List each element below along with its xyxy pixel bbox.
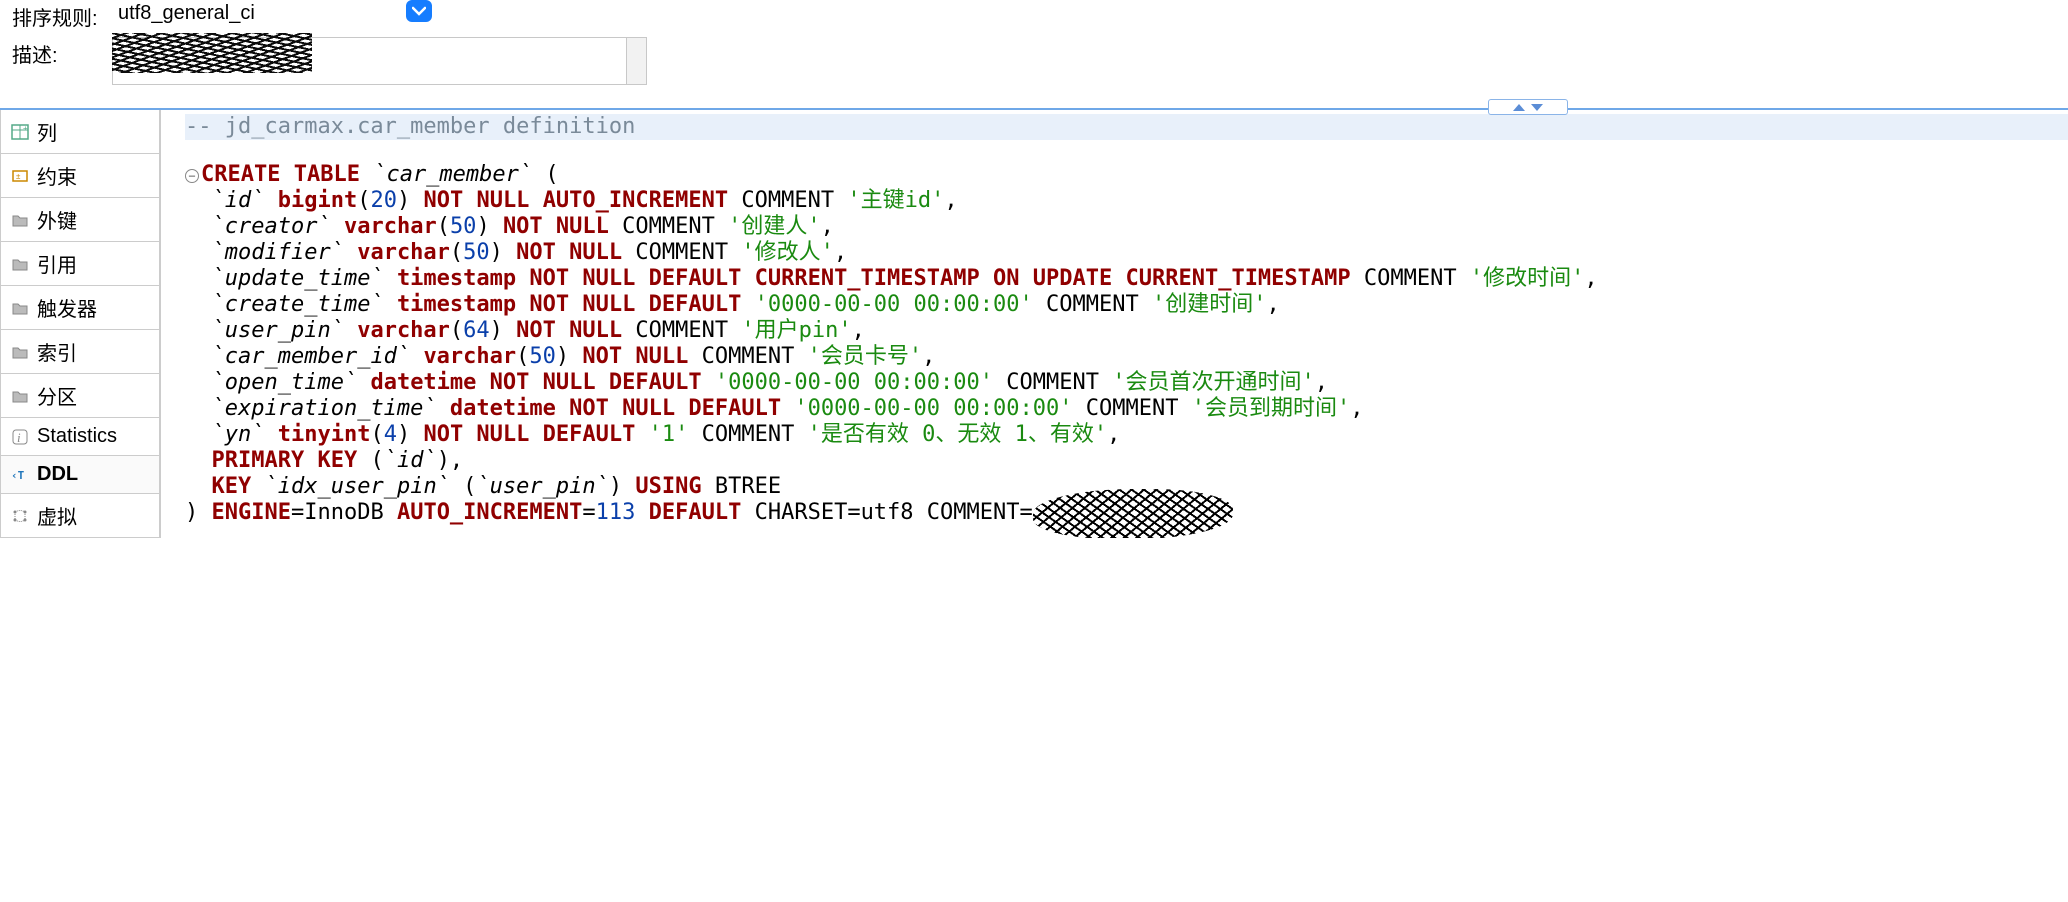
- sidebar-item-列[interactable]: +列: [0, 109, 160, 154]
- sidebar: +列±约束外键引用触发器索引分区iStatistics‹TDDL虚拟: [0, 110, 160, 538]
- folder-icon: [11, 343, 29, 361]
- svg-text:+: +: [23, 124, 28, 133]
- sidebar-item-约束[interactable]: ± 约束: [0, 153, 160, 198]
- sidebar-item-外键[interactable]: 外键: [0, 197, 160, 242]
- ddl-icon: ‹T: [11, 466, 29, 484]
- constraint-icon: ±: [11, 167, 29, 185]
- folder-icon: [11, 299, 29, 317]
- sidebar-item-虚拟[interactable]: 虚拟: [0, 493, 160, 538]
- sidebar-item-触发器[interactable]: 触发器: [0, 285, 160, 330]
- fold-icon[interactable]: −: [185, 169, 199, 183]
- folder-icon: [11, 211, 29, 229]
- svg-text:±: ±: [16, 172, 21, 181]
- collapse-toggle-icon[interactable]: [1488, 99, 1568, 115]
- collation-label: 排序规则:: [12, 0, 112, 31]
- sidebar-item-分区[interactable]: 分区: [0, 373, 160, 418]
- panel-divider[interactable]: [0, 108, 2068, 110]
- table-properties-form: 排序规则: 描述:: [0, 0, 2068, 104]
- ddl-editor[interactable]: -- jd_carmax.car_member definition−CREAT…: [160, 110, 2068, 538]
- sidebar-item-label: Statistics: [37, 425, 117, 448]
- sidebar-item-label: 触发器: [37, 293, 97, 322]
- textarea-scrollbar[interactable]: [627, 37, 647, 85]
- description-input[interactable]: [112, 37, 627, 90]
- sidebar-item-索引[interactable]: 索引: [0, 329, 160, 374]
- virtual-icon: [11, 507, 29, 525]
- folder-icon: [11, 387, 29, 405]
- redacted-comment: [1033, 501, 1233, 525]
- sidebar-item-label: 外键: [37, 205, 77, 234]
- folder-icon: [11, 255, 29, 273]
- sidebar-item-引用[interactable]: 引用: [0, 241, 160, 286]
- sidebar-item-label: 索引: [37, 337, 77, 366]
- svg-text:‹T: ‹T: [11, 469, 25, 482]
- sidebar-item-label: 虚拟: [37, 501, 77, 530]
- chevron-down-icon[interactable]: [406, 0, 432, 22]
- sidebar-item-label: 引用: [37, 249, 77, 278]
- sidebar-item-statistics[interactable]: i Statistics: [0, 417, 160, 456]
- svg-text:i: i: [17, 430, 21, 445]
- columns-icon: +: [11, 123, 29, 141]
- info-icon: i: [11, 428, 29, 446]
- description-label: 描述:: [12, 37, 112, 68]
- sidebar-item-ddl[interactable]: ‹T DDL: [0, 455, 160, 494]
- collation-select[interactable]: [112, 0, 402, 27]
- sidebar-item-label: 分区: [37, 381, 77, 410]
- sidebar-item-label: 列: [37, 117, 57, 146]
- sql-comment: -- jd_carmax.car_member definition: [185, 114, 2068, 140]
- sidebar-item-label: 约束: [37, 161, 77, 190]
- sidebar-item-label: DDL: [37, 463, 78, 486]
